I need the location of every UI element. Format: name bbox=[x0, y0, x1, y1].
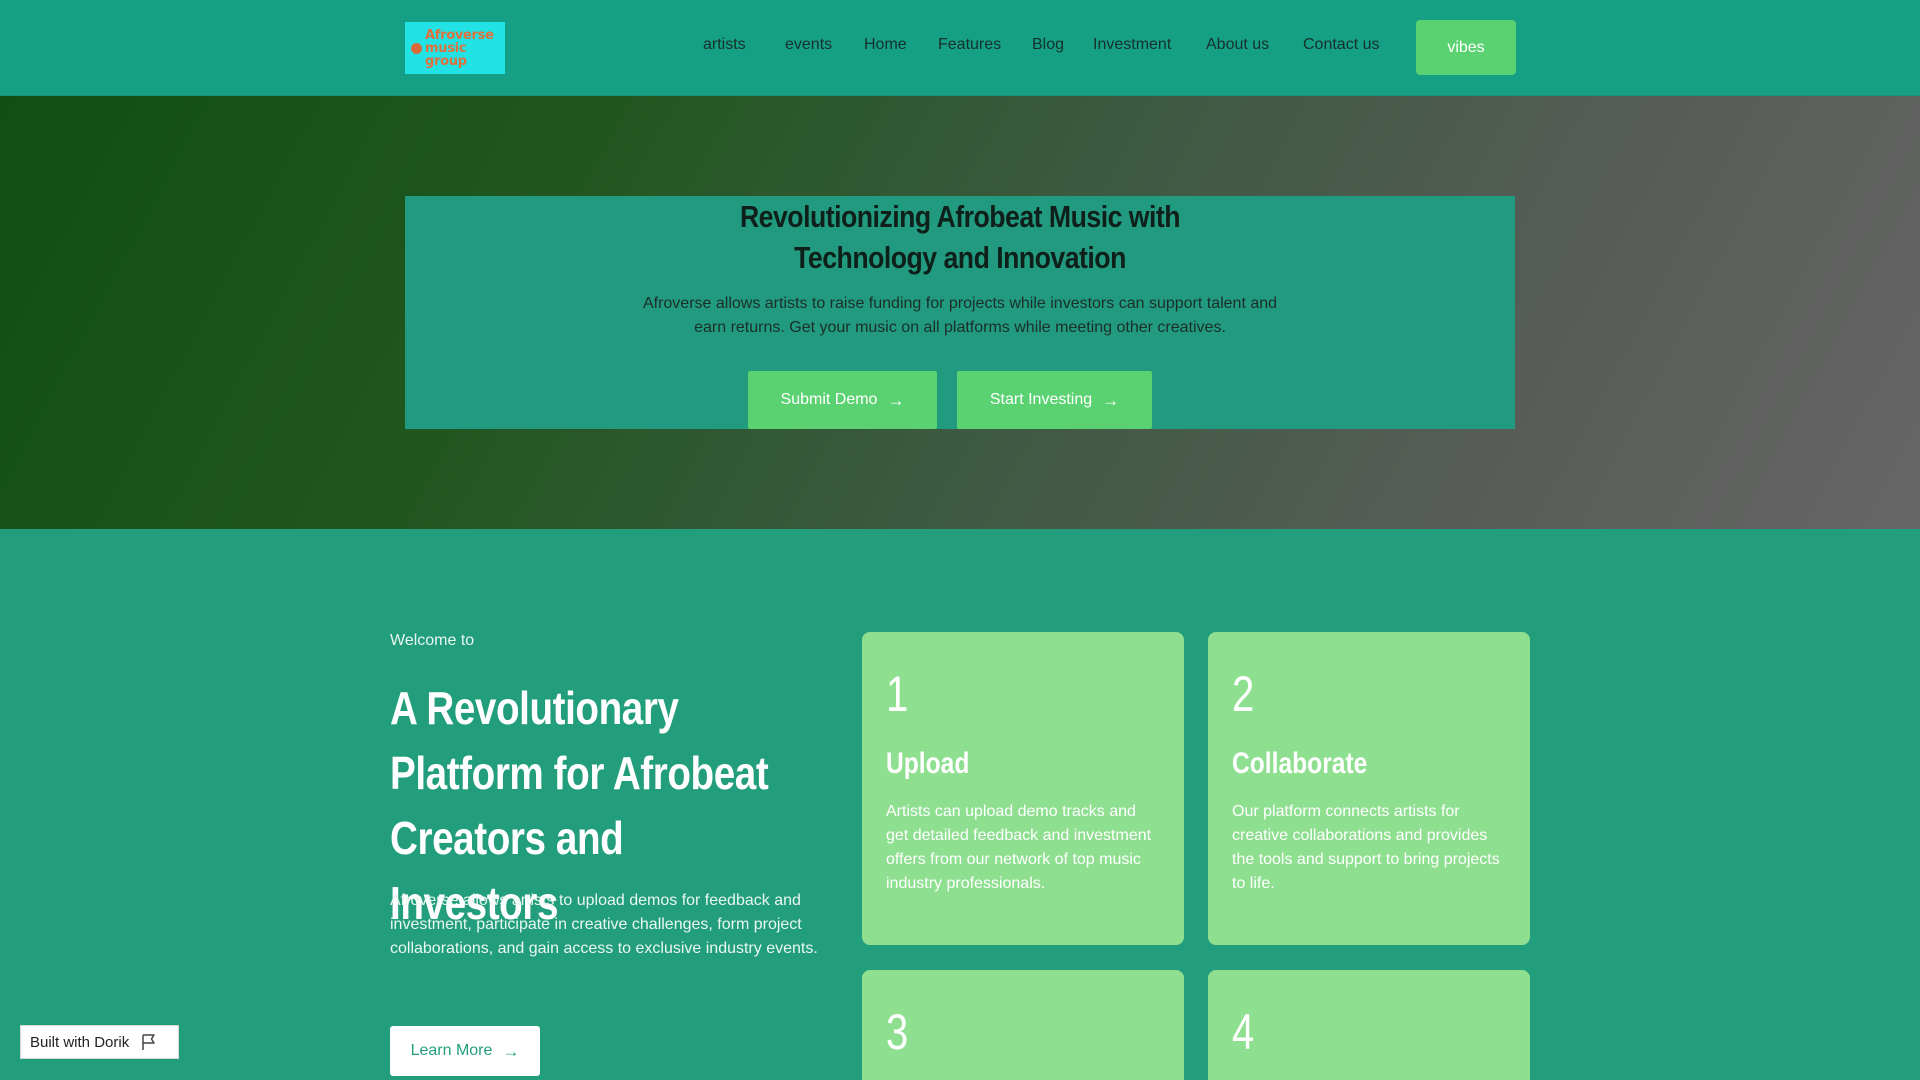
start-investing-button[interactable]: Start Investing → bbox=[957, 371, 1152, 429]
learn-more-label: Learn More bbox=[410, 1042, 493, 1059]
feature-card-collaborate: 2 Collaborate Our platform connects arti… bbox=[1208, 632, 1530, 945]
nav-item-investment[interactable]: Investment bbox=[1093, 30, 1171, 60]
site-header: Afroverse music group artists events Hom… bbox=[0, 0, 1920, 96]
card-title: Collaborate bbox=[1232, 747, 1368, 780]
card-number: 3 bbox=[886, 1004, 909, 1060]
start-investing-label: Start Investing bbox=[989, 391, 1093, 408]
welcome-eyebrow: Welcome to bbox=[390, 632, 475, 649]
nav-item-features[interactable]: Features bbox=[938, 30, 1001, 60]
vibes-button[interactable]: vibes bbox=[1416, 20, 1516, 75]
card-title: Upload bbox=[886, 747, 970, 780]
hero-subtitle: Afroverse allows artists to raise fundin… bbox=[642, 295, 1278, 336]
nav-item-artists[interactable]: artists bbox=[703, 30, 746, 60]
intro-paragraph: Afroverse allows artists to upload demos… bbox=[390, 892, 818, 957]
learn-more-button[interactable]: Learn More → bbox=[390, 1026, 540, 1076]
nav-item-about-us[interactable]: About us bbox=[1206, 30, 1269, 60]
badge-label: Built with Dorik bbox=[30, 1033, 130, 1051]
feature-card-upload: 1 Upload Artists can upload demo tracks … bbox=[862, 632, 1184, 945]
nav-item-events[interactable]: events bbox=[785, 30, 832, 60]
submit-demo-button[interactable]: Submit Demo → bbox=[748, 371, 937, 429]
nav-item-blog[interactable]: Blog bbox=[1032, 30, 1064, 60]
card-number: 2 bbox=[1232, 666, 1255, 722]
built-with-dorik-badge[interactable]: Built with Dorik bbox=[20, 1025, 179, 1059]
nav-item-home[interactable]: Home bbox=[864, 30, 907, 60]
arrow-right-icon: → bbox=[1102, 390, 1120, 410]
arrow-right-icon: → bbox=[887, 390, 905, 410]
main-nav: artists events Home Features Blog Invest… bbox=[0, 30, 1920, 60]
card-text: Artists can upload demo tracks and get d… bbox=[886, 803, 1152, 892]
feature-card-4: 4 bbox=[1208, 970, 1530, 1080]
nav-item-contact-us[interactable]: Contact us bbox=[1303, 30, 1379, 60]
card-number: 1 bbox=[886, 666, 909, 722]
hero-title: Revolutionizing Afrobeat Music with Tech… bbox=[739, 199, 1181, 275]
card-text: Our platform connects artists for creati… bbox=[1232, 803, 1500, 892]
hero-panel: Revolutionizing Afrobeat Music with Tech… bbox=[405, 196, 1515, 429]
submit-demo-label: Submit Demo bbox=[780, 391, 878, 408]
arrow-right-icon: → bbox=[502, 1041, 520, 1061]
hero-section: Revolutionizing Afrobeat Music with Tech… bbox=[0, 96, 1920, 529]
flag-icon bbox=[139, 1032, 159, 1052]
card-number: 4 bbox=[1232, 1004, 1255, 1060]
feature-card-3: 3 bbox=[862, 970, 1184, 1080]
